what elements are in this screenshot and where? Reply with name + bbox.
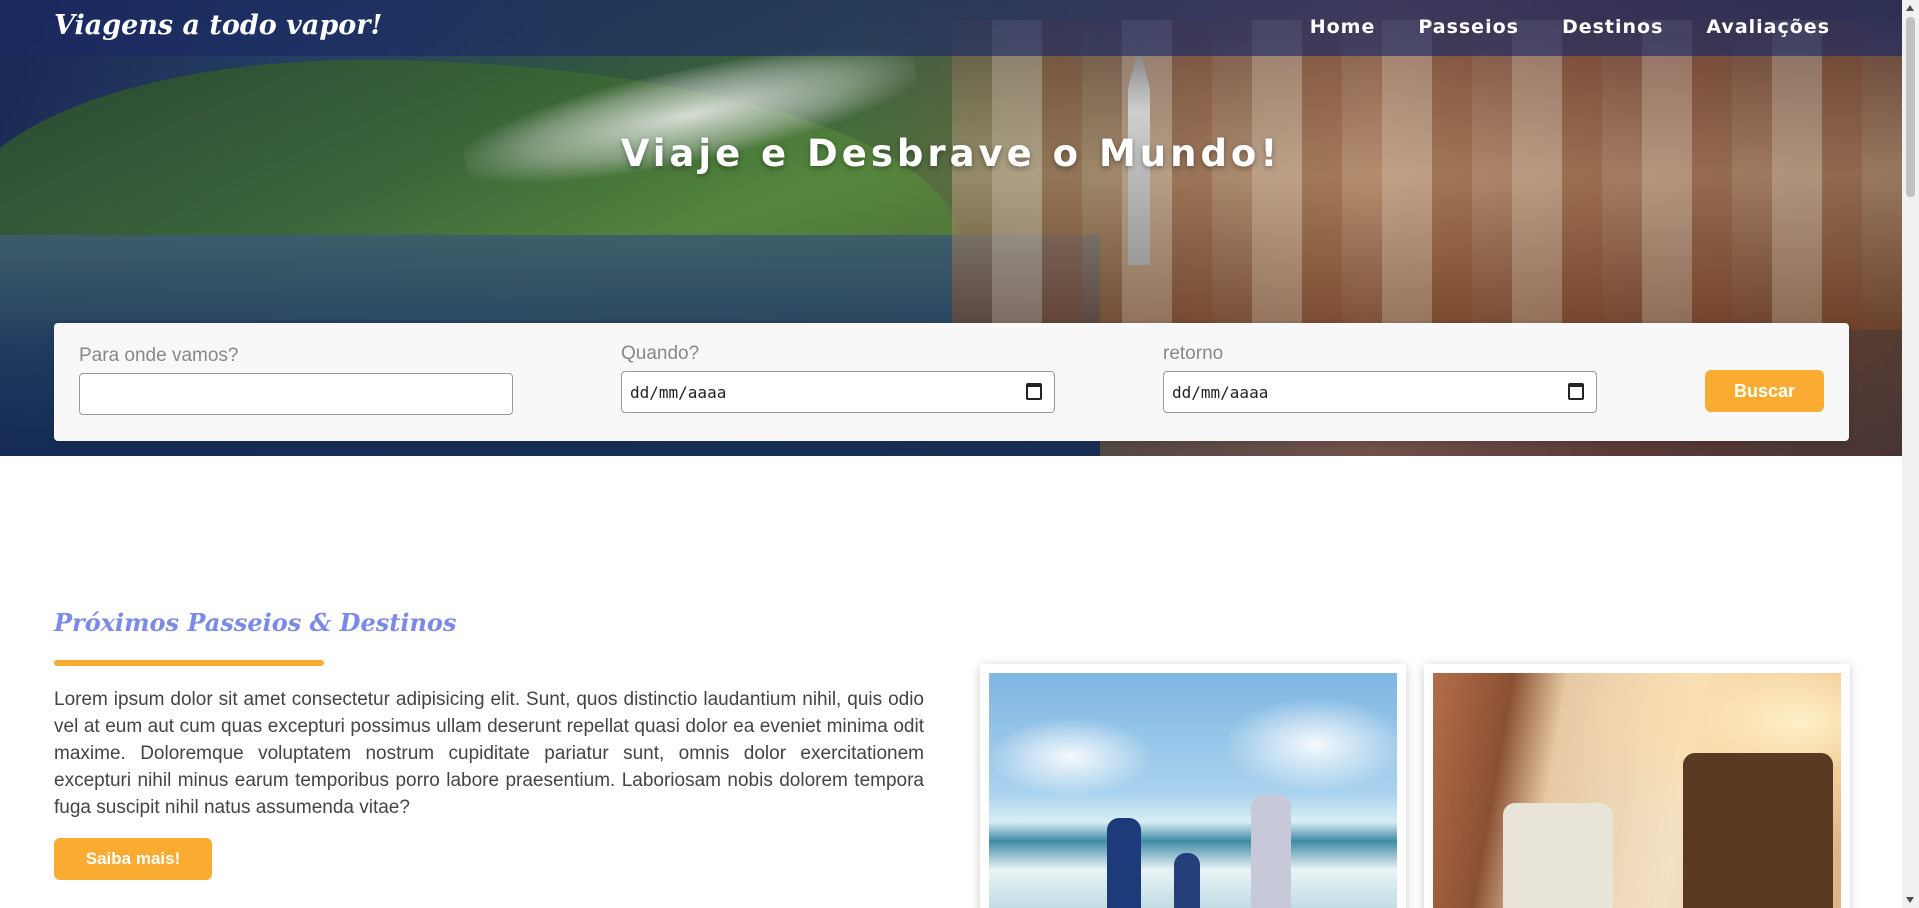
destination-label: Para onde vamos? [79,345,239,366]
hero-village-image [952,20,1902,330]
when-date-value: dd/mm/aaaa [630,383,727,402]
brand-logo[interactable]: Viagens a todo vapor! [54,10,382,41]
section-paragraph: Lorem ipsum dolor sit amet consectetur a… [54,689,924,818]
destination-card-cliffs[interactable] [1424,664,1850,908]
when-label: Quando? [621,343,700,364]
learn-more-button[interactable]: Saiba mais! [54,838,212,880]
return-date-value: dd/mm/aaaa [1172,383,1269,402]
calendar-icon[interactable] [1568,383,1584,400]
destination-input[interactable] [79,373,513,415]
return-date-input[interactable]: dd/mm/aaaa [1163,371,1597,413]
scroll-up-icon[interactable] [1906,5,1914,11]
calendar-icon[interactable] [1026,383,1042,400]
when-date-input[interactable]: dd/mm/aaaa [621,371,1055,413]
navbar: Viagens a todo vapor! Home Passeios Dest… [0,0,1902,56]
person-figure [1683,753,1833,908]
when-field-group: Quando? dd/mm/aaaa [621,343,1055,413]
beach-family-image [989,673,1397,908]
nav-passeios[interactable]: Passeios [1418,16,1519,38]
search-button[interactable]: Buscar [1705,370,1824,412]
main-nav: Home Passeios Destinos Avaliações [1310,16,1830,38]
return-field-group: retorno dd/mm/aaaa [1163,343,1597,413]
scroll-down-icon[interactable] [1906,897,1914,903]
person-figure [1174,853,1200,908]
travelers-cliff-image [1433,673,1841,908]
scrollbar-thumb[interactable] [1906,17,1915,197]
person-figure [1107,818,1141,908]
hero-title: Viaje e Desbrave o Mundo! [620,132,1282,175]
destination-field-group: Para onde vamos? [79,345,513,415]
vertical-scrollbar[interactable] [1902,0,1919,908]
title-underline [54,660,324,666]
nav-avaliacoes[interactable]: Avaliações [1706,16,1830,38]
destination-card-beach[interactable] [980,664,1406,908]
nav-home[interactable]: Home [1310,16,1376,38]
person-figure [1503,803,1613,908]
return-label: retorno [1163,343,1224,364]
person-figure [1251,795,1291,908]
nav-destinos[interactable]: Destinos [1562,16,1663,38]
search-form: Para onde vamos? Quando? dd/mm/aaaa reto… [54,323,1849,441]
section-title: Próximos Passeios & Destinos [54,608,457,637]
